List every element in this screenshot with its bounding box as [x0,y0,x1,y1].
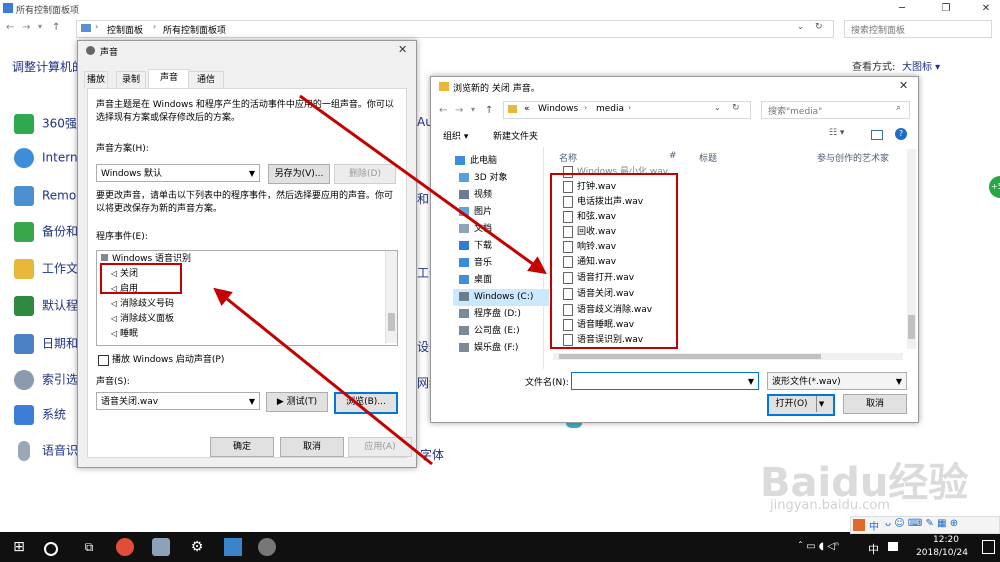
cortana-circle-icon[interactable] [44,542,58,556]
ime-tool-icon[interactable]: ᴗ ☺ ⌨ ✎ ▦ ⊕ [885,518,958,529]
arrow-to-file-list [299,94,547,275]
ime-indicator[interactable]: 中 [868,541,879,557]
chrome-icon[interactable] [116,538,134,556]
settings-gear-icon[interactable]: ⚙ [188,538,206,556]
arrow-to-event-list [213,287,433,466]
clock-date[interactable]: 2018/10/24 [910,548,974,558]
watermark-url: jingyan.baidu.com [770,498,890,513]
sogou-icon[interactable] [853,519,865,531]
paint-icon[interactable] [152,538,170,556]
ime-mode-label[interactable]: 中 [869,518,879,533]
tray-icons[interactable]: ˆ ▭ ◖ ◁ⁿ [798,541,839,552]
task-view-icon[interactable]: ⧉ [80,538,98,556]
clock-time[interactable]: 12:20 [922,535,970,545]
notification-icon[interactable] [982,540,995,554]
control-panel-taskbar-icon[interactable] [224,538,242,556]
ime-toolbar: 中 ᴗ ☺ ⌨ ✎ ▦ ⊕ [850,516,1000,534]
language-icon[interactable] [888,542,898,551]
taskbar: ⊞ ⧉ ⚙ 中 ᴗ ☺ ⌨ ✎ ▦ ⊕ ˆ ▭ ◖ ◁ⁿ 中 12:20 201… [0,516,1000,562]
start-windows-icon[interactable]: ⊞ [10,538,28,556]
sound-taskbar-icon[interactable] [258,538,276,556]
